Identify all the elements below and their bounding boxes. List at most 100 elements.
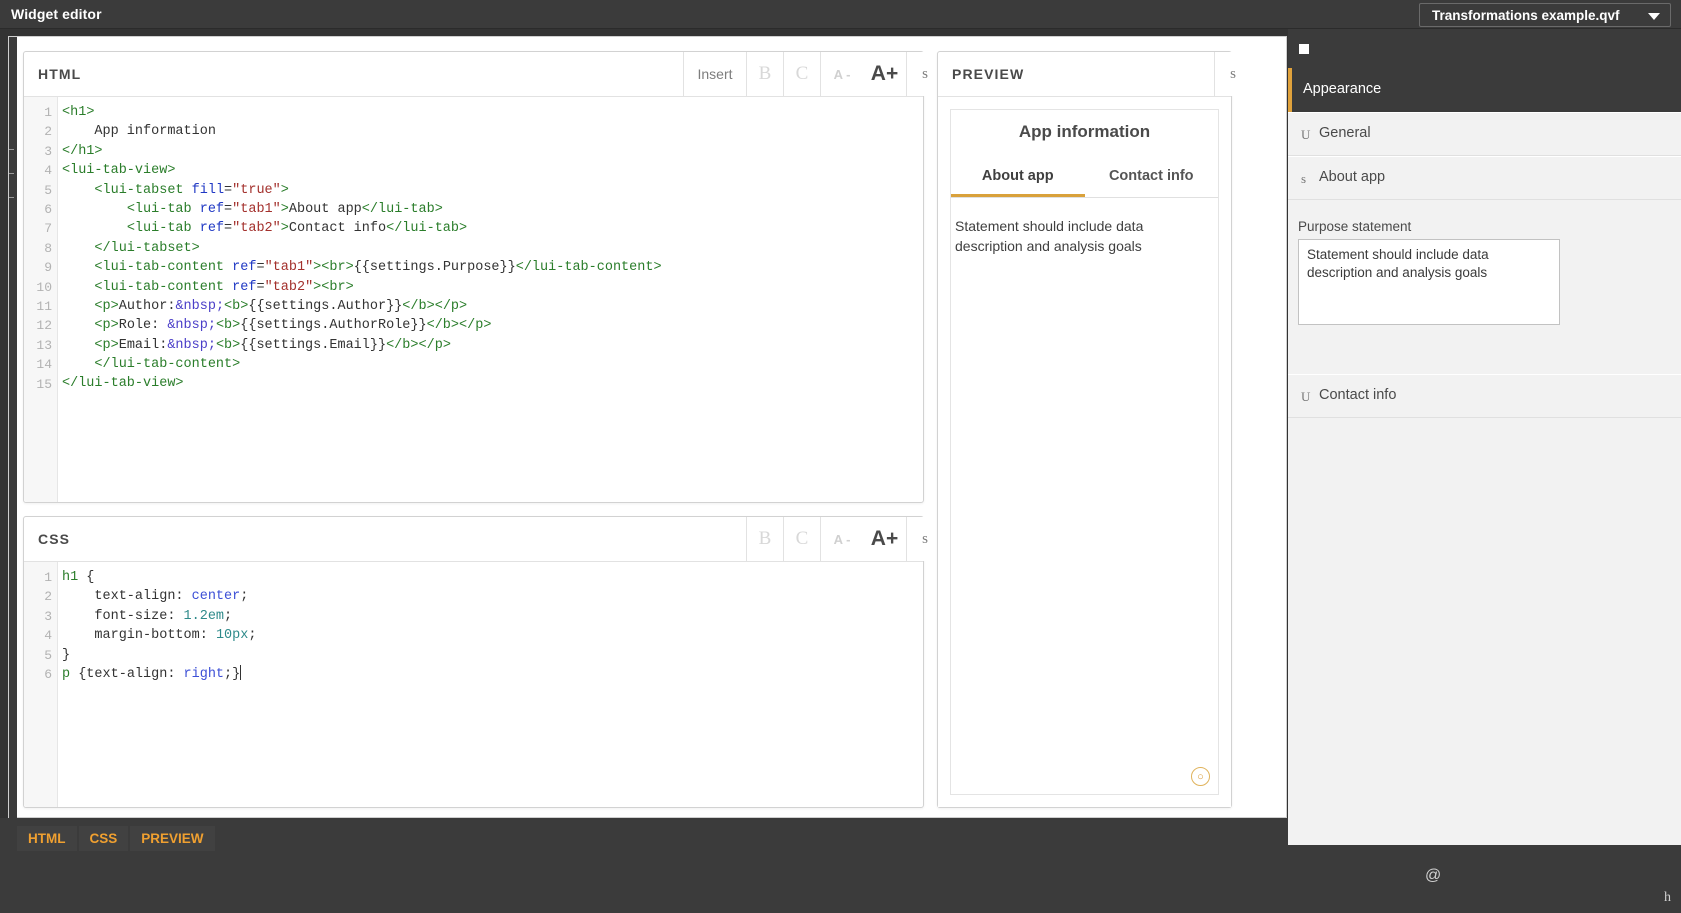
purpose-statement-label: Purpose statement xyxy=(1298,219,1412,234)
sidebar-item-general[interactable]: U General xyxy=(1288,112,1681,156)
font-increase-button[interactable]: A+ xyxy=(863,517,906,561)
comment-button[interactable]: C xyxy=(783,52,820,96)
line-number: 12 xyxy=(36,318,52,333)
sidebar-item-about-app[interactable]: s About app xyxy=(1288,156,1681,200)
line-number: 5 xyxy=(44,183,52,198)
css-editor-panel: CSS B C A - A+ s 1 2 3 4 5 6 h1 { text-a… xyxy=(23,516,943,808)
line-number: 4 xyxy=(44,628,52,643)
code-line: text-align: center; xyxy=(62,589,249,605)
preview-tab-content: Statement should include data descriptio… xyxy=(955,218,1144,254)
preview-tabset: About app Contact info xyxy=(951,160,1218,198)
code-line: <lui-tabset fill="true"> xyxy=(94,182,289,198)
sidebar-item-contact-info[interactable]: U Contact info xyxy=(1288,374,1681,418)
line-number: 15 xyxy=(36,377,52,392)
code-line: <h1> xyxy=(62,105,95,120)
code-line: </lui-tab-content> xyxy=(94,357,241,373)
preview-header: PREVIEW s xyxy=(938,52,1251,97)
properties-sidebar: Appearance U General s About app Purpose… xyxy=(1288,29,1681,913)
comment-button[interactable]: C xyxy=(783,517,820,561)
line-number: 2 xyxy=(44,589,52,604)
app-selector[interactable]: Transformations example.qvf xyxy=(1419,3,1671,27)
css-code-area[interactable]: 1 2 3 4 5 6 h1 { text-align: center; fon… xyxy=(24,562,923,807)
code-line: <p>Email:&nbsp;<b>{{settings.Email}}</b>… xyxy=(94,337,451,353)
preview-panel: PREVIEW s App information About app Cont… xyxy=(937,51,1251,808)
font-decrease-button[interactable]: A - xyxy=(820,517,863,561)
code-line: <p>Author:&nbsp;<b>{{settings.Author}}</… xyxy=(94,298,468,314)
html-gutter: 1 2 3 4 5 6 7 8 9 10 11 12 13 14 15 xyxy=(24,97,58,502)
code-line: <p>Role: &nbsp;<b>{{settings.AuthorRole}… xyxy=(94,318,492,334)
expand-icon: s xyxy=(1301,171,1307,186)
html-editor-panel: HTML Insert B C A - A+ s 1 2 3 4 5 6 7 8… xyxy=(23,51,943,503)
bottom-tabs: HTML CSS PREVIEW xyxy=(17,826,217,851)
line-number: 7 xyxy=(44,221,52,236)
css-source-code[interactable]: h1 { text-align: center; font-size: 1.2e… xyxy=(62,562,923,807)
settings-button[interactable]: s xyxy=(1214,52,1251,96)
preview-heading: App information xyxy=(1018,122,1151,141)
sidebar-item-label: General xyxy=(1319,125,1371,141)
code-line: <lui-tab-content ref="tab2"><br> xyxy=(94,279,354,295)
code-line: <lui-tab ref="tab1">About app</lui-tab> xyxy=(126,201,443,217)
h-icon[interactable]: h xyxy=(1664,890,1671,906)
left-rail xyxy=(9,37,17,819)
preview-card: App information About app Contact info S… xyxy=(950,109,1219,795)
code-line: margin-bottom: 10px; xyxy=(62,628,257,644)
bold-button[interactable]: B xyxy=(746,517,783,561)
css-editor-header: CSS B C A - A+ s xyxy=(24,517,943,562)
css-gutter: 1 2 3 4 5 6 xyxy=(24,562,58,807)
sidebar-item-label: Contact info xyxy=(1319,387,1397,403)
line-number: 6 xyxy=(44,667,52,682)
code-line: <lui-tab-content ref="tab1"><br>{{settin… xyxy=(94,260,662,276)
css-panel-title: CSS xyxy=(38,531,71,547)
stop-square-icon[interactable] xyxy=(1299,44,1309,54)
font-increase-button[interactable]: A+ xyxy=(863,52,906,96)
collapse-icon: U xyxy=(1301,127,1311,142)
info-circle-icon[interactable]: ○ xyxy=(1191,767,1210,786)
editor-area: HTML Insert B C A - A+ s 1 2 3 4 5 6 7 8… xyxy=(8,36,1287,819)
code-line: </lui-tab-view> xyxy=(62,376,184,392)
insert-button[interactable]: Insert xyxy=(683,52,746,96)
bottom-tab-css[interactable]: CSS xyxy=(78,826,129,851)
code-line: <lui-tab ref="tab2">Contact info</lui-ta… xyxy=(126,221,468,237)
sidebar-section-label: Appearance xyxy=(1303,81,1382,97)
code-line: <lui-tab-view> xyxy=(62,163,176,179)
top-bar: Widget editor Transformations example.qv… xyxy=(0,0,1681,29)
sidebar-item-label: About app xyxy=(1319,169,1386,185)
bottom-tab-preview[interactable]: PREVIEW xyxy=(130,826,215,851)
line-number: 10 xyxy=(36,280,52,295)
line-number: 5 xyxy=(44,648,52,663)
code-line: </lui-tabset> xyxy=(94,240,200,256)
sidebar-section-appearance[interactable]: Appearance xyxy=(1288,68,1681,112)
line-number: 8 xyxy=(44,241,52,256)
html-editor-header: HTML Insert B C A - A+ s xyxy=(24,52,943,97)
html-code-area[interactable]: 1 2 3 4 5 6 7 8 9 10 11 12 13 14 15 <h1>… xyxy=(24,97,923,502)
bold-button[interactable]: B xyxy=(746,52,783,96)
html-panel-title: HTML xyxy=(38,66,82,82)
collapse-icon: U xyxy=(1301,389,1311,404)
line-number: 4 xyxy=(44,163,52,178)
code-line: h1 { xyxy=(62,570,95,585)
bottom-tab-bar: HTML CSS PREVIEW xyxy=(0,818,1288,913)
purpose-statement-input[interactable] xyxy=(1298,239,1560,325)
line-number: 6 xyxy=(44,202,52,217)
font-decrease-button[interactable]: A - xyxy=(820,52,863,96)
html-source-code[interactable]: <h1> App information </h1> <lui-tab-view> … xyxy=(62,97,923,502)
line-number: 3 xyxy=(44,144,52,159)
sidebar-toolbar xyxy=(1288,29,1681,68)
line-number: 1 xyxy=(44,105,52,120)
code-line: } xyxy=(62,647,71,663)
preview-tab-about-app[interactable]: About app xyxy=(951,160,1085,197)
at-icon[interactable]: @ xyxy=(1425,867,1441,885)
code-line: </h1> xyxy=(62,143,103,159)
line-number: 2 xyxy=(44,124,52,139)
line-number: 1 xyxy=(44,570,52,585)
sidebar-footer: @ h xyxy=(1288,845,1681,913)
preview-body: App information About app Contact info S… xyxy=(938,97,1231,807)
bottom-tab-html[interactable]: HTML xyxy=(17,826,77,851)
code-line: p {text-align: right;} xyxy=(62,664,242,682)
preview-panel-title: PREVIEW xyxy=(952,66,1025,82)
app-selector-label: Transformations example.qvf xyxy=(1432,8,1620,23)
line-number: 3 xyxy=(44,609,52,624)
code-line: font-size: 1.2em; xyxy=(62,608,233,624)
line-number: 11 xyxy=(36,299,52,314)
preview-tab-contact-info[interactable]: Contact info xyxy=(1085,160,1219,197)
